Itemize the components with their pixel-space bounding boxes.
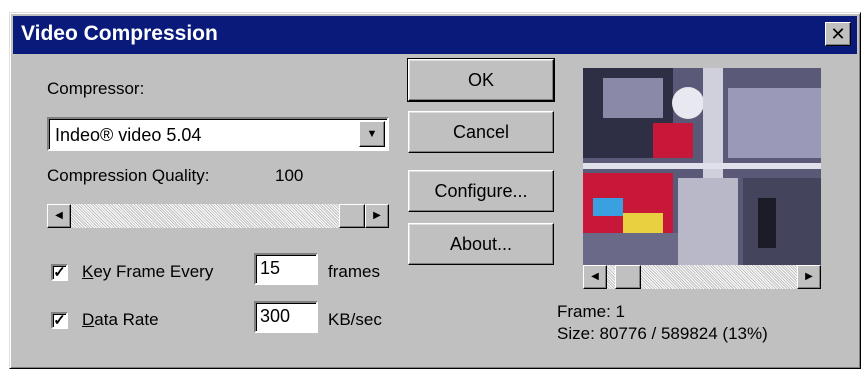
window-title: Video Compression [21, 22, 218, 45]
quality-right-button[interactable]: ▶ [365, 204, 389, 228]
right-arrow-icon: ▶ [805, 271, 813, 282]
check-icon: ✓ [53, 312, 66, 329]
quality-label: Compression Quality: [47, 166, 210, 185]
cancel-button[interactable]: Cancel [408, 111, 554, 153]
close-button[interactable]: ✕ [825, 22, 851, 46]
check-icon: ✓ [53, 264, 66, 281]
compressor-dropdown-button[interactable]: ▼ [359, 121, 385, 147]
frame-label: Frame: 1 [557, 302, 626, 321]
quality-left-button[interactable]: ◀ [47, 204, 71, 228]
left-arrow-icon: ◀ [591, 271, 599, 282]
chevron-down-icon: ▼ [366, 128, 378, 140]
keyframe-label: Key Frame Every [82, 262, 214, 281]
keyframe-label-text: ey Frame Every [93, 262, 214, 281]
keyframe-input[interactable]: 15 [254, 253, 318, 285]
preview-scrollbar[interactable]: ◀ ▶ [583, 265, 821, 289]
quality-slider-thumb[interactable] [339, 204, 365, 228]
datarate-label-text: ata Rate [94, 310, 159, 329]
preview-scroll-thumb[interactable] [615, 265, 642, 289]
keyframe-checkbox[interactable]: ✓ [51, 264, 68, 281]
video-compression-dialog: Video Compression ✕ Compressor: Indeo® v… [9, 12, 861, 369]
compressor-value: Indeo® video 5.04 [55, 125, 202, 145]
compressor-label: Compressor: [47, 79, 145, 98]
quality-slider[interactable]: ◀ ▶ [47, 204, 389, 228]
title-bar[interactable]: Video Compression ✕ [13, 16, 857, 54]
preview-left-button[interactable]: ◀ [583, 265, 607, 289]
datarate-input[interactable]: 300 [254, 301, 318, 333]
about-button[interactable]: About... [408, 223, 554, 265]
left-arrow-icon: ◀ [55, 210, 63, 221]
keyframe-unit: frames [328, 262, 380, 281]
datarate-label: Data Rate [82, 310, 159, 329]
video-preview [583, 68, 821, 265]
datarate-unit: KB/sec [328, 310, 382, 329]
preview-frame-image [583, 68, 821, 265]
preview-right-button[interactable]: ▶ [797, 265, 821, 289]
compressor-select[interactable]: Indeo® video 5.04 ▼ [47, 117, 389, 151]
size-label: Size: 80776 / 589824 (13%) [557, 324, 768, 343]
quality-value: 100 [275, 166, 304, 185]
ok-button[interactable]: OK [407, 58, 555, 102]
datarate-checkbox[interactable]: ✓ [51, 312, 68, 329]
right-arrow-icon: ▶ [373, 210, 381, 221]
configure-button[interactable]: Configure... [408, 170, 554, 212]
close-icon: ✕ [830, 24, 846, 44]
